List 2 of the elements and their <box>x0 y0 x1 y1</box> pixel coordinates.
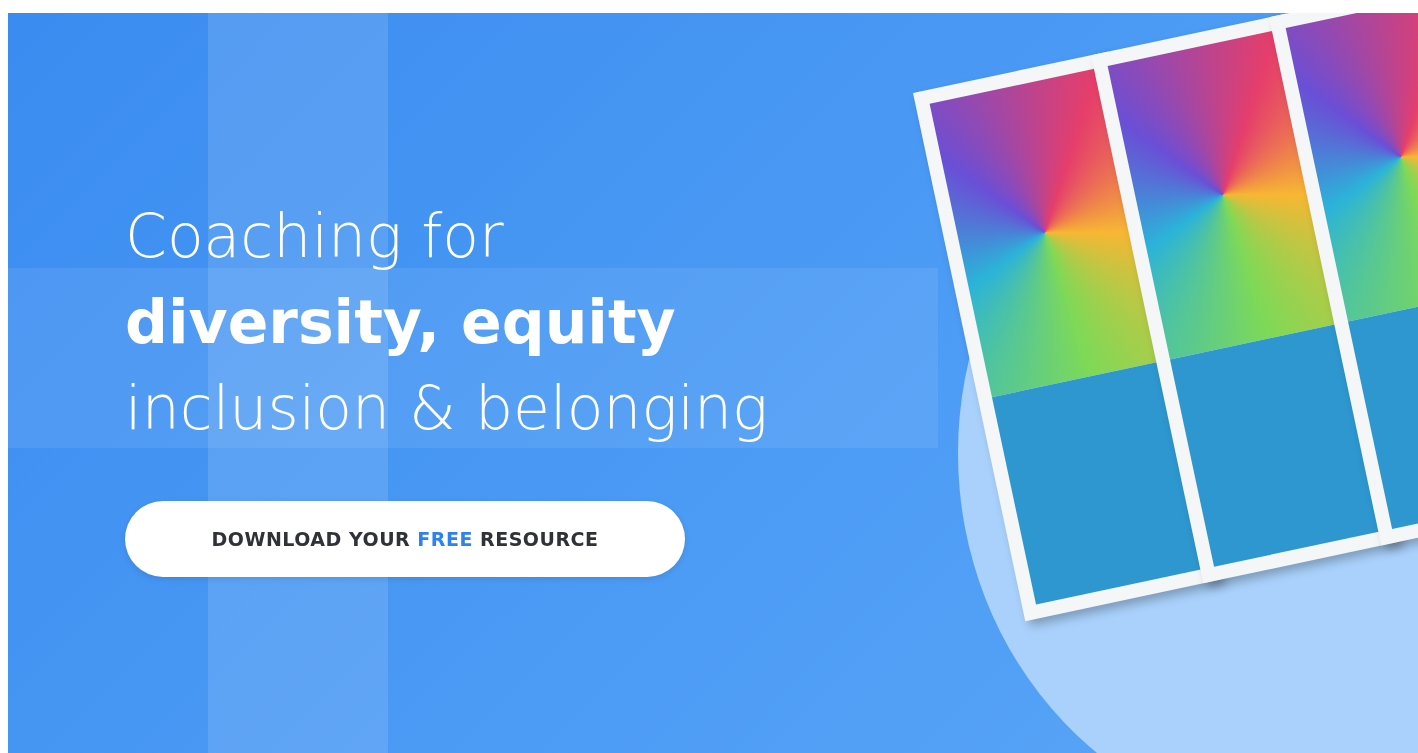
download-button[interactable]: DOWNLOAD YOUR FREE RESOURCE <box>125 501 685 577</box>
banner-heading: Coaching for diversity, equity inclusion & belonging <box>125 200 769 445</box>
